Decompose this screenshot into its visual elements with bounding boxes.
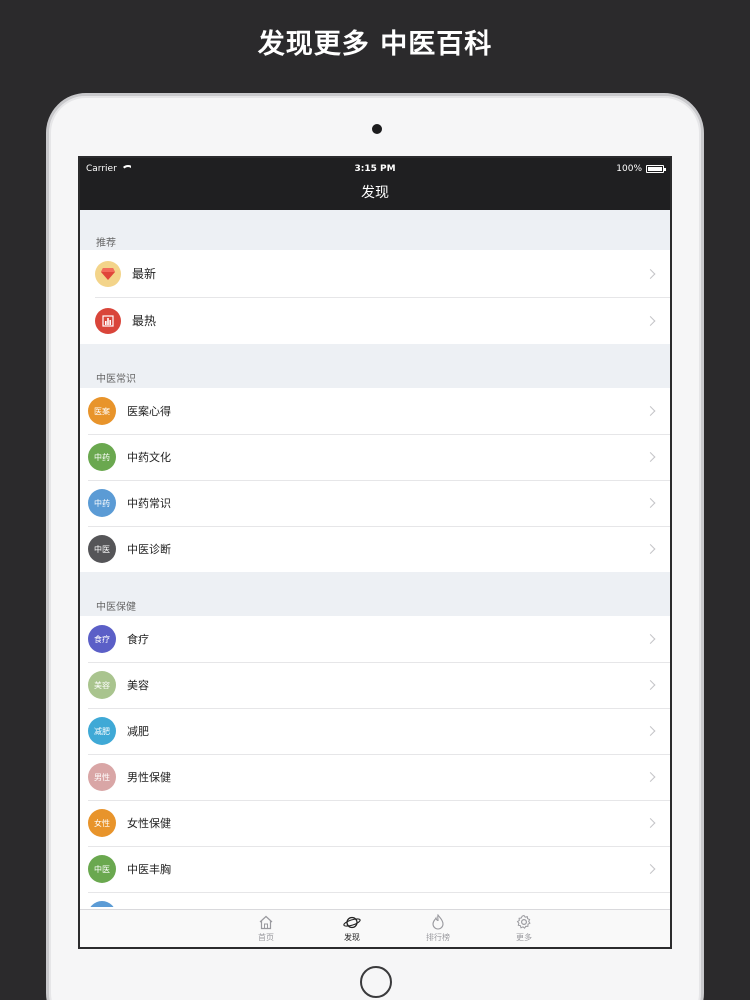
- list-item-label: 中药文化: [127, 451, 171, 464]
- tab-bar: 首页 发现 排行榜 更多: [80, 909, 670, 947]
- list-item-partial[interactable]: [80, 892, 670, 907]
- list-item-label: 医案心得: [127, 405, 171, 418]
- chevron-right-icon: [645, 864, 656, 874]
- planet-icon: [343, 916, 361, 928]
- camera-icon: [372, 124, 382, 134]
- category-badge: 美容: [88, 671, 116, 699]
- list-item-label: 最热: [132, 314, 157, 328]
- flame-icon: [432, 914, 444, 930]
- list-item-diet-therapy[interactable]: 食疗 食疗: [80, 616, 670, 662]
- section-header-tcm-health: 中医保健: [80, 572, 670, 616]
- nav-title: 发现: [80, 180, 670, 210]
- list-item-herb-culture[interactable]: 中药 中药文化: [80, 434, 670, 480]
- chevron-right-icon: [645, 498, 656, 508]
- section-header-recommend: 推荐: [80, 210, 670, 250]
- battery-percent: 100%: [616, 164, 642, 174]
- list-item-label: 男性保健: [127, 771, 171, 784]
- category-badge: 中药: [88, 489, 116, 517]
- app-screen: Carrier 3:15 PM 100% 发现 推荐 最新 最热 中医常识 医案…: [78, 156, 672, 949]
- chevron-right-icon: [645, 544, 656, 554]
- list-item-label: 美容: [127, 679, 149, 692]
- section-header-tcm-knowledge: 中医常识: [80, 344, 670, 388]
- tab-home[interactable]: 首页: [251, 910, 281, 947]
- tab-label: 更多: [516, 933, 532, 942]
- status-bar: Carrier 3:15 PM 100%: [80, 158, 670, 180]
- category-badge: [88, 901, 116, 907]
- category-badge: 男性: [88, 763, 116, 791]
- list-item-breast-enhancement[interactable]: 中医 中医丰胸: [80, 846, 670, 892]
- category-badge: 医案: [88, 397, 116, 425]
- home-icon: [259, 915, 273, 929]
- tab-ranking[interactable]: 排行榜: [423, 910, 453, 947]
- list-item-beauty[interactable]: 美容 美容: [80, 662, 670, 708]
- tab-discover[interactable]: 发现: [337, 910, 367, 947]
- category-badge: 减肥: [88, 717, 116, 745]
- home-button[interactable]: [360, 966, 392, 998]
- list-item-weight-loss[interactable]: 减肥 减肥: [80, 708, 670, 754]
- category-badge: 中医: [88, 855, 116, 883]
- chevron-right-icon: [645, 452, 656, 462]
- chevron-right-icon: [645, 772, 656, 782]
- discover-list: 推荐 最新 最热 中医常识 医案 医案心得 中药 中药文化 中药 中药常识 中医…: [80, 210, 670, 907]
- list-item-latest[interactable]: 最新: [80, 250, 670, 297]
- list-item-label: 女性保健: [127, 817, 171, 830]
- chevron-right-icon: [645, 634, 656, 644]
- list-item-label: 中药常识: [127, 497, 171, 510]
- category-badge: 中医: [88, 535, 116, 563]
- chevron-right-icon: [645, 406, 656, 416]
- list-item-label: 食疗: [127, 633, 149, 646]
- list-item-herb-knowledge[interactable]: 中药 中药常识: [80, 480, 670, 526]
- chevron-right-icon: [645, 818, 656, 828]
- list-item-case-notes[interactable]: 医案 医案心得: [80, 388, 670, 434]
- tab-label: 发现: [344, 932, 360, 942]
- chevron-right-icon: [645, 680, 656, 690]
- category-badge: 女性: [88, 809, 116, 837]
- tab-label: 排行榜: [426, 933, 450, 942]
- chevron-right-icon: [645, 268, 656, 279]
- promo-headline: 发现更多 中医百科: [257, 29, 493, 60]
- list-item-label: 中医诊断: [127, 543, 171, 556]
- chevron-right-icon: [645, 315, 656, 326]
- gear-icon: [516, 914, 531, 929]
- status-time: 3:15 PM: [354, 164, 396, 174]
- category-badge: 中药: [88, 443, 116, 471]
- chevron-right-icon: [645, 726, 656, 736]
- list-item-label: 中医丰胸: [127, 863, 171, 876]
- bar-chart-icon: [95, 307, 121, 334]
- diamond-icon: [95, 260, 121, 287]
- battery-icon: [646, 165, 666, 173]
- list-item-label: 最新: [132, 267, 157, 281]
- list-item-hottest[interactable]: 最热: [80, 297, 670, 344]
- carrier-label: Carrier: [86, 164, 117, 174]
- list-item-tcm-diagnosis[interactable]: 中医 中医诊断: [80, 526, 670, 572]
- wifi-icon: [120, 165, 131, 173]
- tab-label: 首页: [258, 932, 274, 942]
- list-item-womens-health[interactable]: 女性 女性保健: [80, 800, 670, 846]
- list-item-mens-health[interactable]: 男性 男性保健: [80, 754, 670, 800]
- list-item-label: 减肥: [127, 725, 149, 738]
- category-badge: 食疗: [88, 625, 116, 653]
- tab-more[interactable]: 更多: [509, 910, 539, 947]
